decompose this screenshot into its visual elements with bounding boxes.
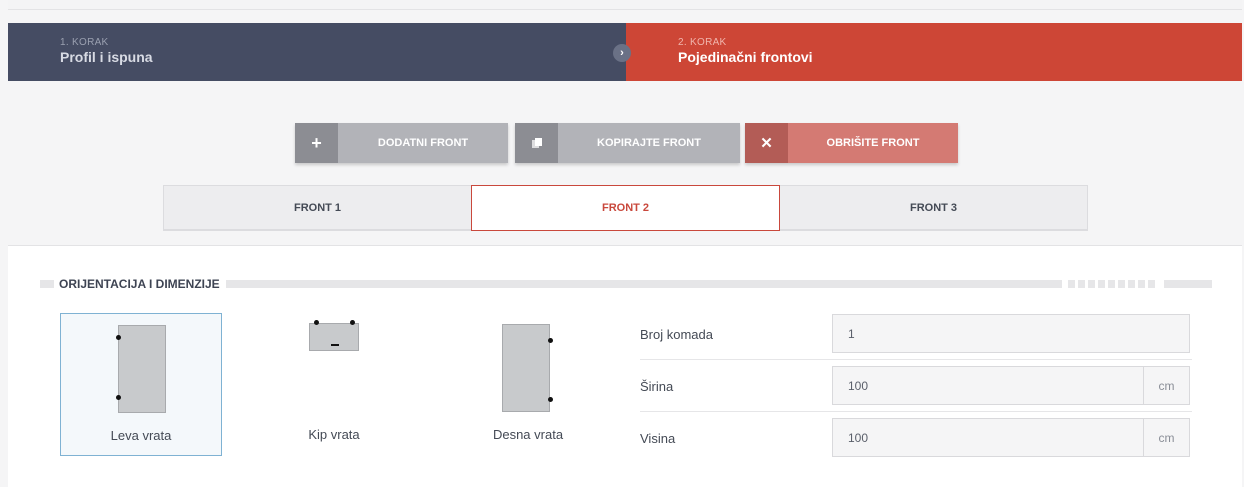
hinge-dot [548,338,553,343]
page: 1. KORAK Profil i ispuna 2. KORAK Pojedi… [0,0,1244,487]
door-handle [331,344,339,346]
step-number: 1. KORAK [60,37,109,48]
hinge-dot [116,395,121,400]
step-title: Profil i ispuna [60,49,153,65]
right-door-icon [502,324,550,412]
copy-front-label: KOPIRAJTE FRONT [597,137,701,149]
delete-front-button[interactable]: ✕ OBRIŠITE FRONT [745,123,958,163]
step-profil-ispuna[interactable]: 1. KORAK Profil i ispuna [8,23,626,81]
tilt-door-icon [309,323,359,351]
orientation-label: Kip vrata [308,427,360,442]
plus-icon: + [295,123,338,163]
width-row: Širina cm [640,360,1192,412]
width-input-wrap: cm [832,366,1190,405]
section-bar-left [40,280,54,288]
orientation-label: Desna vrata [492,427,564,442]
height-label: Visina [640,430,676,446]
add-front-button[interactable]: + DODATNI FRONT [295,123,508,163]
wizard-stepper: 1. KORAK Profil i ispuna 2. KORAK Pojedi… [8,23,1242,81]
section-bar-fill [225,280,1062,288]
quantity-input-wrap [832,314,1190,353]
quantity-row: Broj komada [640,308,1192,360]
section-bar-end [1164,280,1212,288]
copy-icon [515,123,558,163]
orientation-left-door[interactable]: Leva vrata [60,313,222,456]
height-input-wrap: cm [832,418,1190,457]
copy-front-button[interactable]: KOPIRAJTE FRONT [515,123,740,163]
close-icon: ✕ [745,123,788,163]
tab-front-3[interactable]: FRONT 3 [780,186,1087,229]
delete-front-label: OBRIŠITE FRONT [826,137,920,149]
quantity-input[interactable] [833,315,1189,352]
hinge-dot [116,335,121,340]
hinge-dot [548,397,553,402]
orientation-label: Leva vrata [110,428,172,443]
height-row: Visina cm [640,412,1192,464]
step-title: Pojedinačni frontovi [678,49,813,65]
section-title: ORIJENTACIJA I DIMENZIJE [59,277,220,291]
width-input[interactable] [833,367,1143,404]
quantity-label: Broj komada [640,326,713,342]
left-door-icon [118,325,166,413]
orientation-right-door[interactable]: Desna vrata [447,313,609,456]
height-unit: cm [1143,419,1189,456]
front-tabs: FRONT 1 FRONT 2 FRONT 3 [163,185,1088,231]
chevron-right-icon: › [613,44,631,62]
orientation-tilt-door[interactable]: Kip vrata [253,313,415,456]
height-input[interactable] [833,419,1143,456]
hinge-dot [314,320,319,325]
width-unit: cm [1143,367,1189,404]
tab-front-1[interactable]: FRONT 1 [164,186,471,229]
step-number: 2. KORAK [678,37,727,48]
add-front-label: DODATNI FRONT [377,137,469,149]
tab-front-2[interactable]: FRONT 2 [471,185,780,231]
hinge-dot [350,320,355,325]
section-header: ORIJENTACIJA I DIMENZIJE [40,277,1212,291]
width-label: Širina [640,378,674,394]
section-bar-stripes [1068,280,1158,288]
step-pojedinacni-frontovi[interactable]: 2. KORAK Pojedinačni frontovi [626,23,1242,81]
top-strip [8,0,1242,10]
